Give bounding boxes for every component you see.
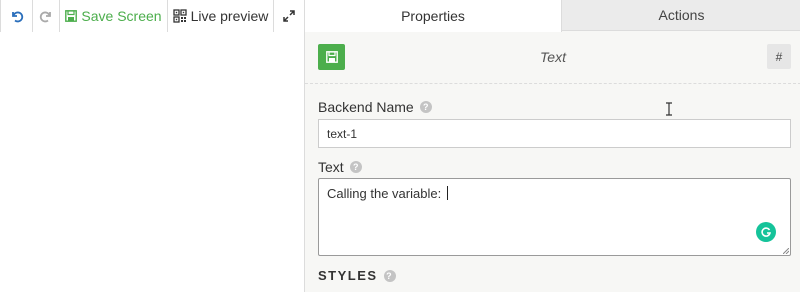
properties-panel: Properties Actions Text # Backend Name ?…: [304, 0, 800, 292]
text-textarea[interactable]: Calling the variable:: [318, 178, 791, 256]
redo-icon: [39, 11, 51, 23]
undo-button[interactable]: [0, 0, 33, 32]
save-screen-button[interactable]: Save Screen: [60, 0, 168, 32]
redo-button[interactable]: [33, 0, 60, 32]
text-label-text: Text: [318, 159, 344, 175]
grammarly-icon[interactable]: [756, 222, 776, 242]
qr-icon: [172, 9, 187, 23]
text-cursor-icon: [666, 102, 672, 116]
styles-section-label: STYLES ?: [318, 268, 396, 283]
live-preview-label: Live preview: [190, 8, 269, 24]
resize-grip-icon[interactable]: [783, 248, 789, 254]
tab-actions[interactable]: Actions: [562, 0, 800, 31]
help-icon[interactable]: ?: [383, 269, 396, 282]
hash-button[interactable]: #: [767, 44, 791, 69]
expand-icon: [283, 10, 295, 22]
save-screen-label: Save Screen: [81, 8, 162, 24]
backend-name-label-text: Backend Name: [318, 99, 414, 115]
component-type-title: Text: [540, 49, 566, 65]
live-preview-button[interactable]: Live preview: [168, 0, 274, 32]
screen-canvas[interactable]: [0, 33, 304, 292]
undo-icon: [11, 11, 23, 23]
component-header: Text #: [305, 32, 800, 84]
help-icon[interactable]: ?: [349, 161, 362, 173]
text-label: Text ?: [318, 159, 362, 175]
text-textarea-value: Calling the variable:: [327, 186, 445, 201]
styles-label-text: STYLES: [318, 268, 378, 283]
backend-name-label: Backend Name ?: [318, 99, 432, 115]
help-icon[interactable]: ?: [419, 101, 432, 113]
save-icon: [65, 10, 78, 22]
grammarly-glyph: [761, 227, 772, 237]
editor-toolbar: Save Screen Live preview: [0, 0, 304, 32]
backend-name-input[interactable]: [318, 119, 791, 148]
expand-button[interactable]: [274, 0, 304, 32]
tab-properties[interactable]: Properties: [305, 0, 562, 32]
text-caret: [446, 186, 448, 200]
